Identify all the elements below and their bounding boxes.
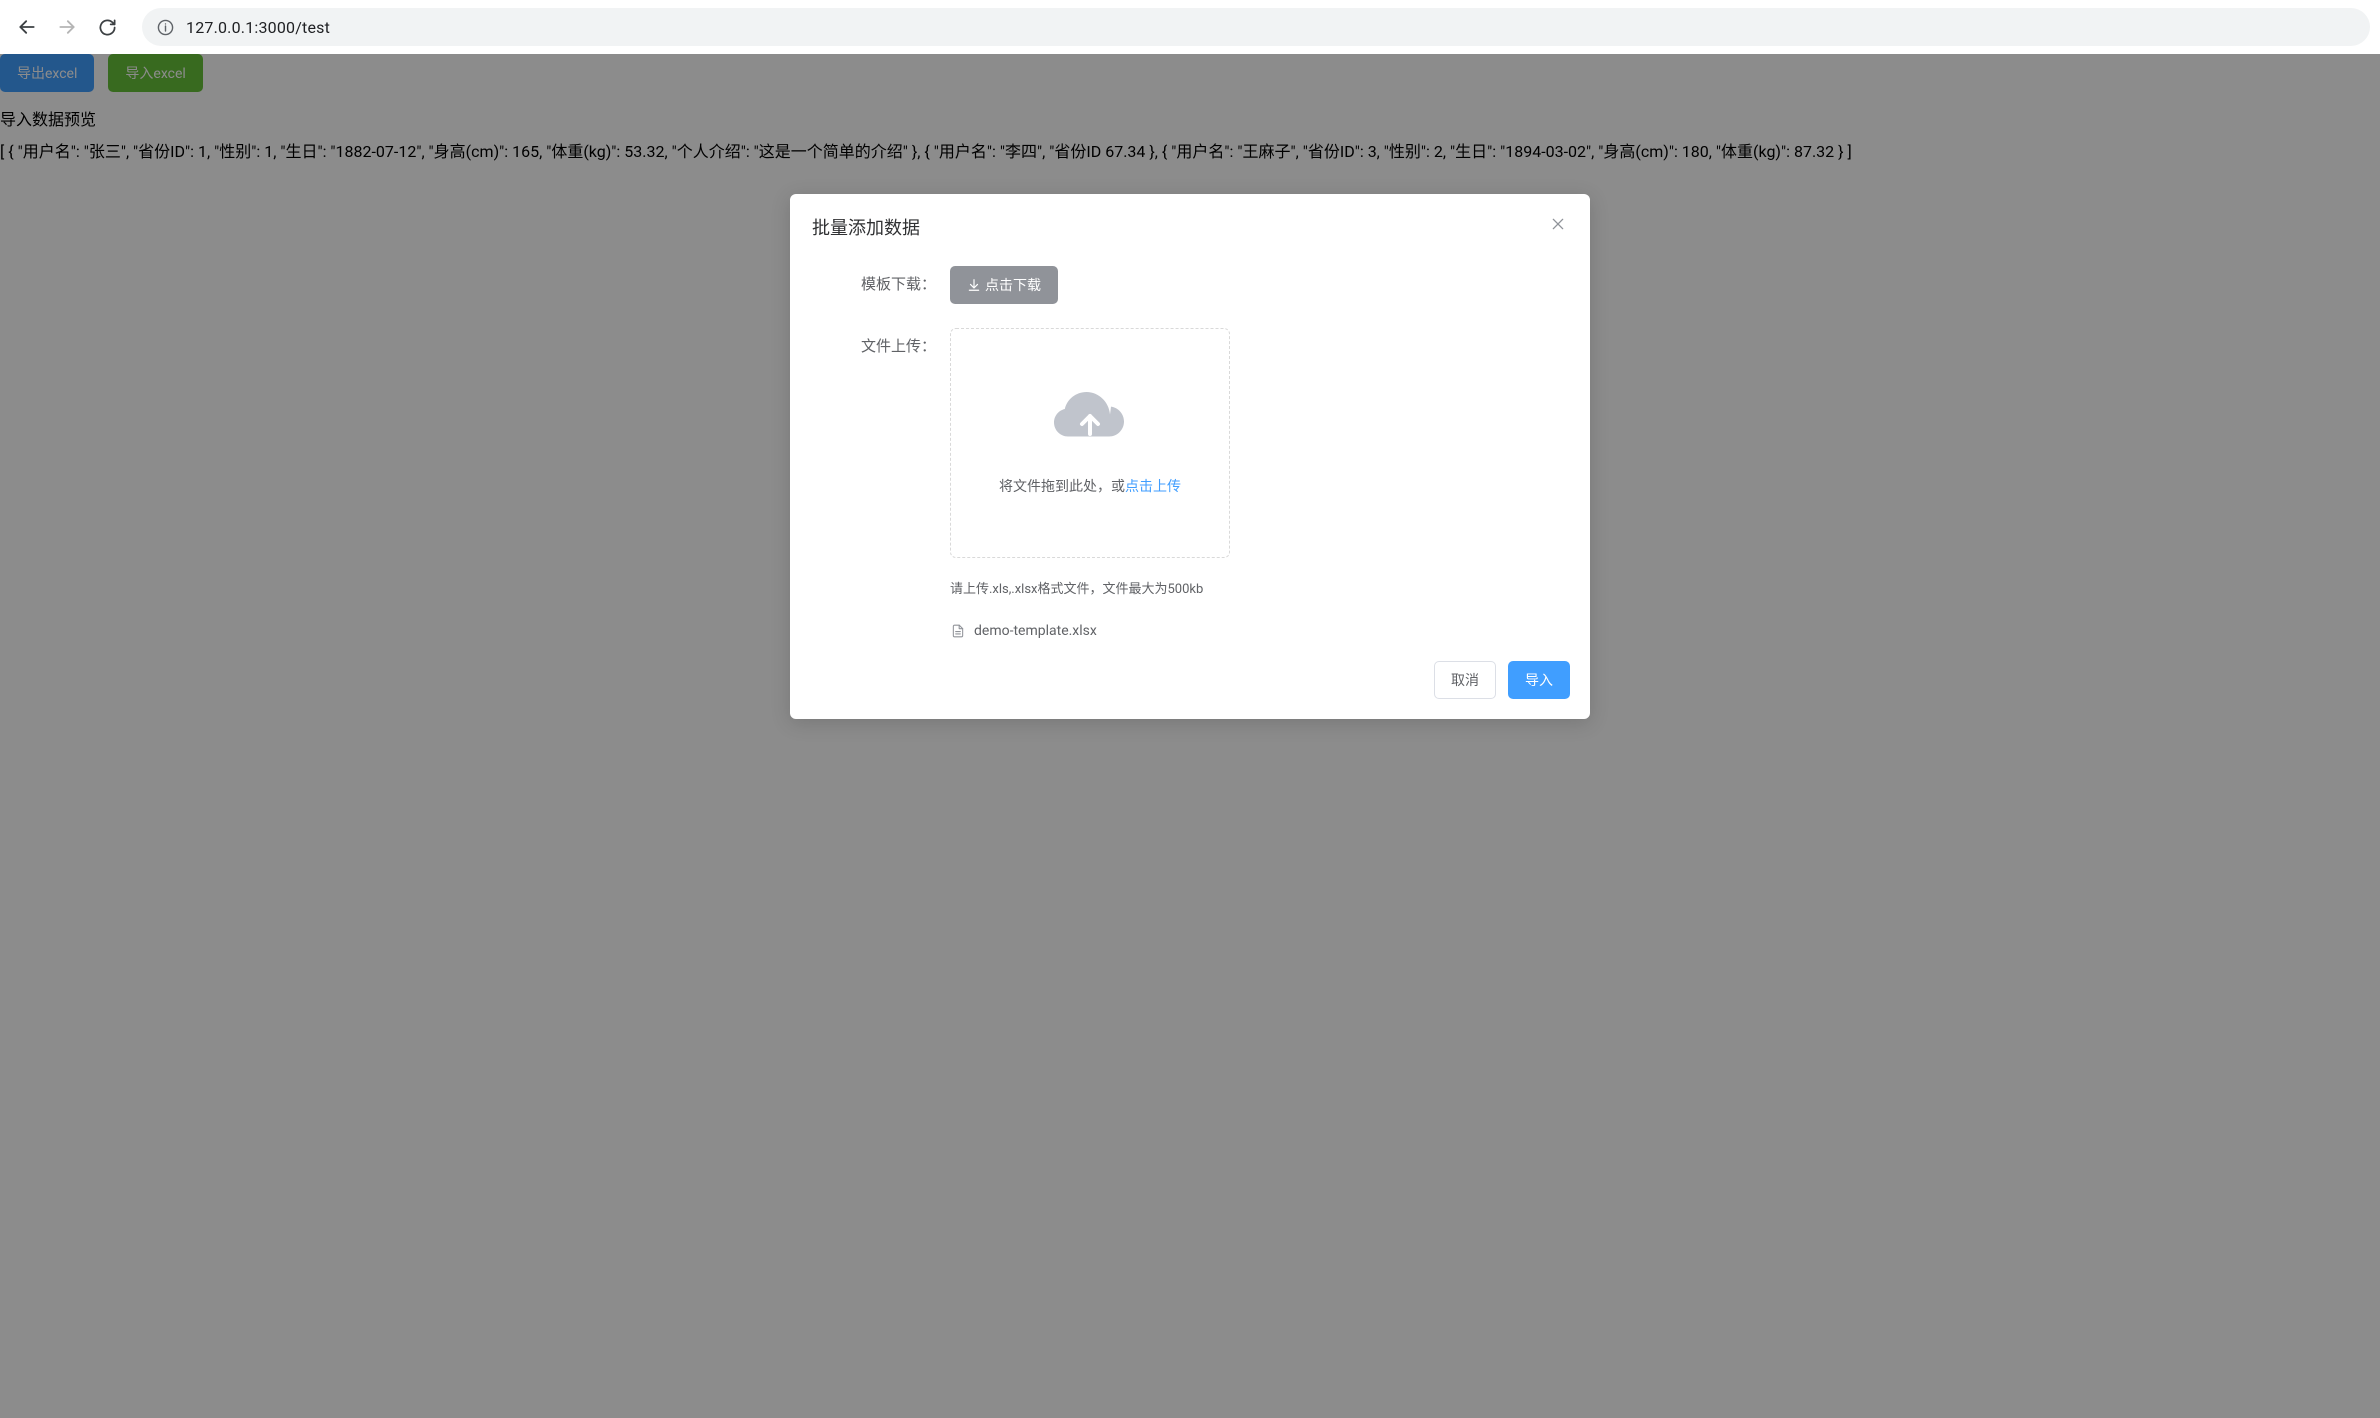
address-bar-text: 127.0.0.1:3000/test — [186, 18, 330, 37]
upload-dropzone[interactable]: 将文件拖到此处，或点击上传 — [950, 328, 1230, 558]
arrow-right-icon — [57, 17, 77, 37]
dialog-title: 批量添加数据 — [812, 214, 920, 240]
nav-back-button[interactable] — [10, 10, 44, 44]
arrow-left-icon — [17, 17, 37, 37]
template-download-label: 模板下载： — [830, 266, 950, 304]
upload-hint-prefix: 将文件拖到此处，或 — [999, 479, 1125, 495]
file-upload-label: 文件上传： — [830, 328, 950, 639]
file-upload-row: 文件上传： 将文件拖到此处，或点击上传 请上传.xls, — [830, 328, 1550, 639]
dialog-header: 批量添加数据 — [790, 194, 1590, 248]
cancel-button[interactable]: 取消 — [1434, 661, 1496, 699]
nav-forward-button[interactable] — [50, 10, 84, 44]
uploaded-file-item[interactable]: demo-template.xlsx — [950, 623, 1550, 639]
dialog-body: 模板下载： 点击下载 文件上传： — [790, 248, 1590, 649]
download-template-button[interactable]: 点击下载 — [950, 266, 1058, 304]
upload-hint-text: 将文件拖到此处，或点击上传 — [999, 476, 1181, 496]
download-icon — [967, 278, 981, 292]
cloud-upload-icon — [1054, 390, 1126, 448]
reload-icon — [98, 18, 117, 37]
nav-reload-button[interactable] — [90, 10, 124, 44]
browser-toolbar: 127.0.0.1:3000/test — [0, 0, 2380, 54]
confirm-import-button[interactable]: 导入 — [1508, 661, 1570, 699]
dialog-footer: 取消 导入 — [790, 649, 1590, 719]
close-icon — [1550, 216, 1566, 232]
download-template-button-label: 点击下载 — [985, 275, 1041, 295]
page: 导出excel 导入excel 导入数据预览 [ { "用户名": "张三", … — [0, 54, 2380, 1418]
template-download-row: 模板下载： 点击下载 — [830, 266, 1550, 304]
uploaded-file-name: demo-template.xlsx — [974, 623, 1097, 639]
upload-click-link[interactable]: 点击上传 — [1125, 479, 1181, 495]
dialog-close-button[interactable] — [1548, 214, 1568, 234]
address-bar[interactable]: 127.0.0.1:3000/test — [142, 8, 2370, 46]
import-dialog: 批量添加数据 模板下载： 点击下载 文件 — [790, 194, 1590, 719]
file-document-icon — [950, 623, 966, 639]
site-info-icon[interactable] — [156, 18, 174, 36]
upload-tip: 请上传.xls,.xlsx格式文件，文件最大为500kb — [950, 578, 1550, 597]
